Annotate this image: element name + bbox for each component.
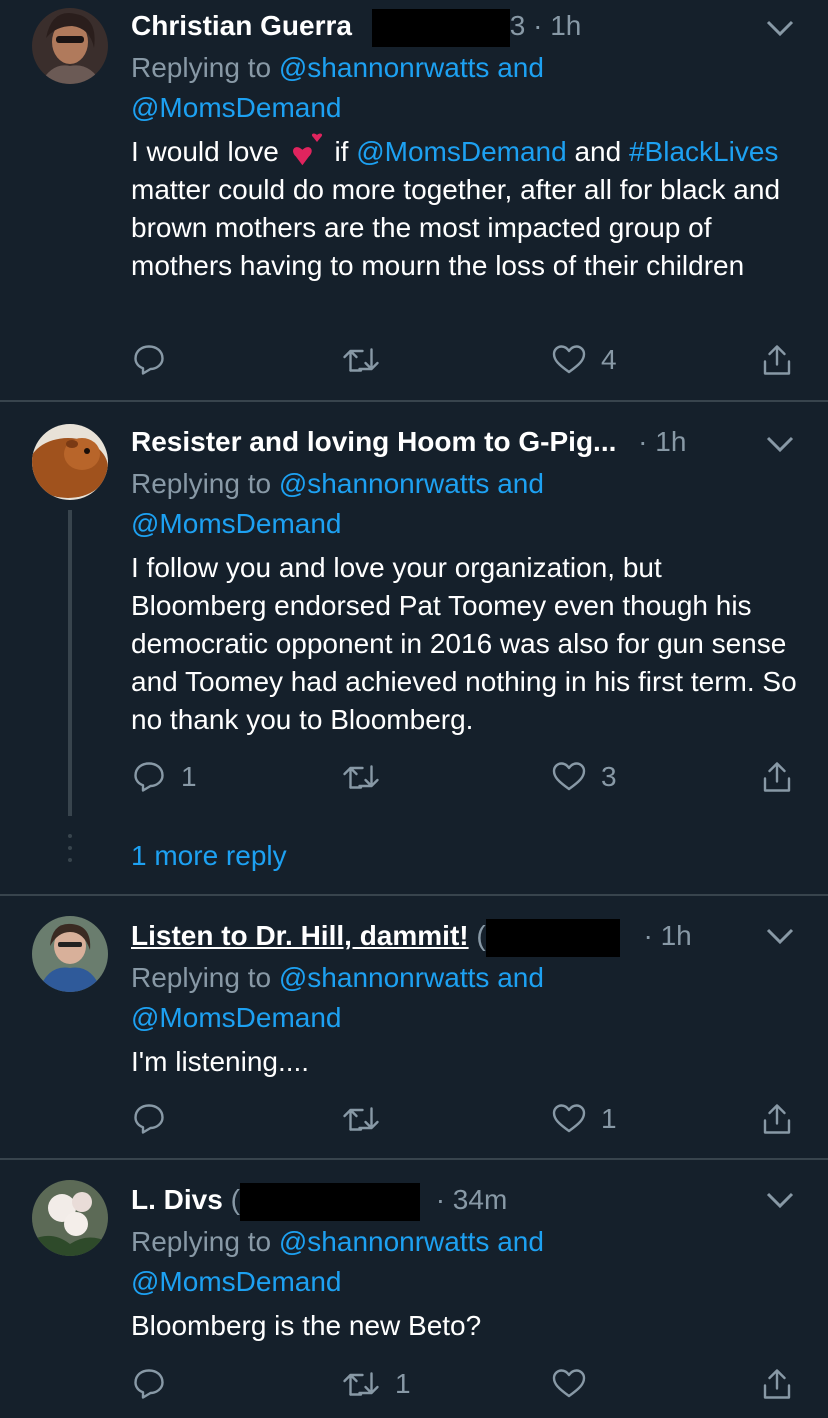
reply-icon (134, 1104, 164, 1134)
tweet-text: I'm listening.... (131, 1046, 310, 1077)
display-name[interactable]: Resister and loving Hoom to G-Pig... (131, 426, 616, 457)
retweet-button[interactable] (341, 340, 395, 380)
tweet-3[interactable]: Listen to Dr. Hill, dammit! ( · 1h Reply… (0, 896, 828, 1158)
redacted-handle (239, 1182, 420, 1221)
mention-link[interactable]: @MomsDemand (131, 92, 341, 123)
mention-link[interactable]: @shannonrwatts (279, 468, 490, 499)
like-count: 4 (601, 344, 617, 375)
replying-to: Replying to @shannonrwatts and @MomsDema… (131, 468, 544, 539)
mention-link[interactable]: @shannonrwatts (279, 962, 490, 993)
like-icon (552, 1369, 586, 1398)
reply-button[interactable]: 1 (131, 757, 197, 797)
like-icon (552, 1104, 586, 1133)
display-name[interactable]: Listen to Dr. Hill, dammit! (131, 920, 469, 951)
timestamp[interactable]: · 1h (638, 426, 686, 457)
retweet-button[interactable]: 1 (341, 1364, 411, 1404)
tweet-text: I would love if @MomsDemand and #BlackLi… (131, 133, 801, 285)
more-replies-link[interactable]: 1 more reply (131, 836, 287, 876)
chevron-down-icon[interactable] (764, 1188, 796, 1212)
handle-tail: 3 (509, 10, 526, 41)
retweet-button[interactable] (341, 757, 395, 797)
tweet-header: Listen to Dr. Hill, dammit! ( · 1h (131, 916, 692, 957)
handle-head: ( (230, 1184, 240, 1215)
share-button[interactable] (759, 340, 795, 380)
timestamp[interactable]: · 34m (436, 1184, 508, 1215)
mention-link[interactable]: @MomsDemand (131, 1266, 341, 1297)
retweet-icon (343, 1107, 379, 1131)
tweet-actions: 1 (131, 1099, 811, 1139)
thread-line (68, 510, 72, 816)
tweet-text: I follow you and love your organization,… (131, 552, 797, 735)
tweet-header: Resister and loving Hoom to G-Pig... · 1… (131, 422, 686, 462)
redacted-handle (371, 8, 510, 47)
reply-icon (134, 762, 164, 792)
share-icon (763, 762, 791, 792)
share-icon (763, 1369, 791, 1399)
reply-count: 1 (181, 761, 197, 792)
redacted-handle (485, 918, 620, 957)
retweet-icon (343, 348, 379, 372)
display-name[interactable]: L. Divs (131, 1184, 223, 1215)
avatar[interactable] (32, 1180, 108, 1256)
retweet-button[interactable] (341, 1099, 395, 1139)
retweet-count: 1 (395, 1368, 411, 1399)
thread-dots (68, 834, 72, 870)
mention-link[interactable]: @MomsDemand (356, 136, 566, 167)
chevron-down-icon[interactable] (764, 924, 796, 948)
avatar[interactable] (32, 8, 108, 84)
chevron-down-icon[interactable] (764, 432, 796, 456)
share-button[interactable] (759, 757, 795, 797)
retweet-icon (343, 1372, 379, 1396)
tweet-header: Christian Guerra 3 · 1h (131, 6, 581, 47)
share-icon (763, 1104, 791, 1134)
reply-button[interactable] (131, 340, 181, 380)
timestamp[interactable]: · 1h (643, 920, 691, 951)
reply-icon (134, 1369, 164, 1399)
like-icon (552, 762, 586, 791)
mention-link[interactable]: @MomsDemand (131, 508, 341, 539)
like-count: 3 (601, 761, 617, 792)
share-button[interactable] (759, 1364, 795, 1404)
mention-link[interactable]: @MomsDemand (131, 1002, 341, 1033)
avatar[interactable] (32, 424, 108, 500)
chevron-down-icon[interactable] (764, 16, 796, 40)
reply-button[interactable] (131, 1099, 181, 1139)
like-button[interactable]: 3 (551, 757, 617, 797)
reply-icon (134, 345, 164, 375)
reply-button[interactable] (131, 1364, 181, 1404)
handle-head: ( (476, 920, 486, 951)
like-button[interactable] (551, 1364, 601, 1404)
like-button[interactable]: 1 (551, 1099, 617, 1139)
share-button[interactable] (759, 1099, 795, 1139)
replying-to: Replying to @shannonrwatts and @MomsDema… (131, 1226, 544, 1297)
retweet-icon (343, 765, 379, 789)
like-count: 1 (601, 1103, 617, 1134)
mention-link[interactable]: @shannonrwatts (279, 1226, 490, 1257)
replying-to: Replying to @shannonrwatts and @MomsDema… (131, 962, 544, 1033)
avatar[interactable] (32, 916, 108, 992)
mention-link[interactable]: @shannonrwatts (279, 52, 490, 83)
share-icon (763, 345, 791, 375)
tweet-actions: 1 3 (131, 757, 811, 797)
two-hearts-emoji (292, 133, 322, 166)
tweet-2[interactable]: Resister and loving Hoom to G-Pig... · 1… (0, 402, 828, 894)
display-name[interactable]: Christian Guerra (131, 10, 352, 41)
tweet-actions: 4 (131, 340, 811, 380)
tweet-actions: 1 (131, 1364, 811, 1404)
tweet-4[interactable]: L. Divs ( · 34m Replying to @shannonrwat… (0, 1160, 828, 1418)
tweet-1[interactable]: Christian Guerra 3 · 1h Replying to @sha… (0, 0, 828, 400)
replying-to: Replying to @shannonrwatts and @MomsDema… (131, 52, 544, 123)
tweet-header: L. Divs ( · 34m (131, 1180, 508, 1221)
like-icon (552, 345, 586, 374)
timestamp[interactable]: · 1h (533, 10, 581, 41)
hashtag-link[interactable]: #BlackLives (629, 136, 778, 167)
like-button[interactable]: 4 (551, 340, 617, 380)
tweet-text: Bloomberg is the new Beto? (131, 1310, 482, 1341)
